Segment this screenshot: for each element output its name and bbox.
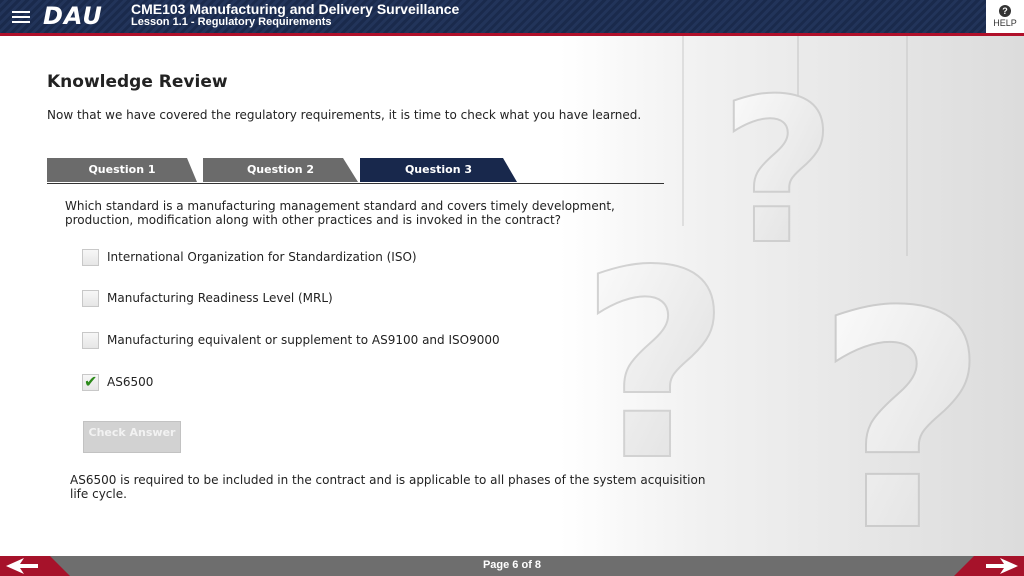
course-title: CME103 Manufacturing and Delivery Survei… (131, 1, 460, 17)
option-mrl[interactable]: Manufacturing Readiness Level (MRL) (82, 290, 333, 308)
option-label: Manufacturing equivalent or supplement t… (107, 333, 500, 347)
option-label: International Organization for Standardi… (107, 250, 417, 264)
checkmark-icon: ✔ (84, 372, 98, 391)
tab-question-2[interactable]: Question 2 (203, 158, 358, 182)
page-indicator: Page 6 of 8 (482, 559, 542, 571)
intro-text: Now that we have covered the regulatory … (47, 108, 642, 122)
check-answer-button[interactable]: Check Answer (83, 421, 181, 453)
lesson-title: Lesson 1.1 - Regulatory Requirements (131, 16, 332, 28)
tab-label: Question 1 (88, 163, 156, 176)
checkbox-checked[interactable]: ✔ (82, 372, 99, 391)
tab-label: Question 2 (246, 163, 315, 176)
menu-icon[interactable] (12, 8, 30, 24)
help-button[interactable]: ? HELP (986, 0, 1024, 33)
tab-question-3[interactable]: Question 3 (360, 158, 517, 182)
svg-text:?: ? (815, 248, 989, 556)
dau-logo: DAU (43, 2, 103, 30)
checkbox[interactable] (82, 249, 99, 266)
footer-bar: Page 6 of 8 (0, 556, 1024, 576)
option-iso[interactable]: International Organization for Standardi… (82, 249, 422, 267)
option-label: AS6500 (107, 375, 154, 389)
next-arrow-icon[interactable] (954, 556, 1024, 576)
checkbox[interactable] (82, 290, 99, 307)
tab-question-1[interactable]: Question 1 (47, 158, 197, 182)
checkbox[interactable] (82, 332, 99, 349)
question-tabs: Question 1 Question 2 Question 3 (47, 158, 664, 184)
page-title: Knowledge Review (47, 72, 228, 92)
top-bar: DAU CME103 Manufacturing and Delivery Su… (0, 0, 1024, 36)
tab-label: Question 3 (404, 163, 473, 176)
question-text: Which standard is a manufacturing manage… (65, 199, 615, 227)
feedback-text: AS6500 is required to be included in the… (70, 473, 706, 501)
help-icon: ? (999, 5, 1011, 17)
option-label: Manufacturing Readiness Level (MRL) (107, 291, 333, 305)
help-label: HELP (993, 18, 1017, 28)
option-supplement[interactable]: Manufacturing equivalent or supplement t… (82, 332, 502, 350)
option-as6500[interactable]: ✔ AS6500 (82, 372, 162, 392)
